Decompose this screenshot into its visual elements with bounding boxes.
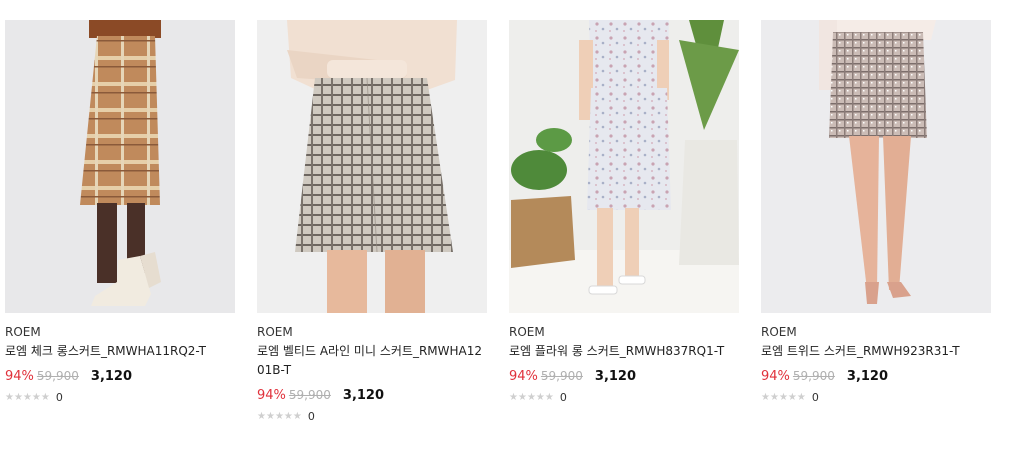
star-icon: ★ <box>526 392 536 403</box>
review-count: 0 <box>559 391 567 404</box>
product-price: 94% 59,900 3,120 <box>5 367 235 385</box>
star-icon: ★ <box>796 392 806 403</box>
star-icon: ★ <box>292 411 302 422</box>
sale-price: 3,120 <box>594 369 637 384</box>
product-card[interactable]: ROEM 로엠 트위드 스커트_RMWH923R31-T 94% 59,900 … <box>761 20 991 424</box>
discount-rate: 94% <box>509 369 538 384</box>
star-rating: ★ ★ ★ ★ ★ <box>5 393 50 403</box>
product-name[interactable]: 로엠 체크 롱스커트_RMWHA11RQ2-T <box>5 342 235 361</box>
star-icon: ★ <box>787 392 797 403</box>
product-name[interactable]: 로엠 트위드 스커트_RMWH923R31-T <box>761 342 991 361</box>
product-rating: ★ ★ ★ ★ ★ 0 <box>761 391 991 405</box>
star-icon: ★ <box>5 392 14 403</box>
product-grid: ROEM 로엠 체크 롱스커트_RMWHA11RQ2-T 94% 59,900 … <box>5 20 991 424</box>
star-icon: ★ <box>544 392 554 403</box>
star-icon: ★ <box>265 411 275 422</box>
discount-rate: 94% <box>5 369 34 384</box>
product-card[interactable]: ROEM 로엠 체크 롱스커트_RMWHA11RQ2-T 94% 59,900 … <box>5 20 235 424</box>
star-icon: ★ <box>535 392 545 403</box>
star-rating: ★ ★ ★ ★ ★ <box>509 393 554 403</box>
review-count: 0 <box>811 391 819 404</box>
star-icon: ★ <box>761 392 770 403</box>
star-icon: ★ <box>22 392 32 403</box>
star-icon: ★ <box>257 411 266 422</box>
sale-price: 3,120 <box>846 369 889 384</box>
product-card[interactable]: ROEM 로엠 플라워 롱 스커트_RMWH837RQ1-T 94% 59,90… <box>509 20 739 424</box>
sale-price: 3,120 <box>90 369 133 384</box>
product-rating: ★ ★ ★ ★ ★ 0 <box>5 391 235 405</box>
star-icon: ★ <box>31 392 41 403</box>
original-price: 59,900 <box>792 369 835 383</box>
original-price: 59,900 <box>540 369 583 383</box>
product-brand: ROEM <box>5 325 41 339</box>
star-icon: ★ <box>769 392 779 403</box>
product-image[interactable] <box>5 20 235 313</box>
product-price: 94% 59,900 3,120 <box>761 367 991 385</box>
product-name[interactable]: 로엠 벨티드 A라인 미니 스커트_RMWHA1201B-T <box>257 342 487 380</box>
product-card[interactable]: ROEM 로엠 벨티드 A라인 미니 스커트_RMWHA1201B-T 94% … <box>257 20 487 424</box>
review-count: 0 <box>55 391 63 404</box>
product-brand: ROEM <box>509 325 545 339</box>
product-image[interactable] <box>761 20 991 313</box>
product-price: 94% 59,900 3,120 <box>509 367 739 385</box>
star-icon: ★ <box>40 392 50 403</box>
sale-price: 3,120 <box>342 388 385 403</box>
star-icon: ★ <box>509 392 518 403</box>
product-rating: ★ ★ ★ ★ ★ 0 <box>509 391 739 405</box>
product-brand: ROEM <box>761 325 797 339</box>
product-price: 94% 59,900 3,120 <box>257 386 487 404</box>
product-name[interactable]: 로엠 플라워 롱 스커트_RMWH837RQ1-T <box>509 342 739 361</box>
star-rating: ★ ★ ★ ★ ★ <box>761 393 806 403</box>
review-count: 0 <box>307 410 315 423</box>
product-brand: ROEM <box>257 325 293 339</box>
star-icon: ★ <box>778 392 788 403</box>
discount-rate: 94% <box>257 388 286 403</box>
original-price: 59,900 <box>288 388 331 402</box>
star-icon: ★ <box>13 392 23 403</box>
product-image[interactable] <box>509 20 739 313</box>
product-rating: ★ ★ ★ ★ ★ 0 <box>257 410 487 424</box>
star-icon: ★ <box>517 392 527 403</box>
discount-rate: 94% <box>761 369 790 384</box>
star-icon: ★ <box>283 411 293 422</box>
product-image[interactable] <box>257 20 487 313</box>
original-price: 59,900 <box>36 369 79 383</box>
star-rating: ★ ★ ★ ★ ★ <box>257 412 302 422</box>
star-icon: ★ <box>274 411 284 422</box>
